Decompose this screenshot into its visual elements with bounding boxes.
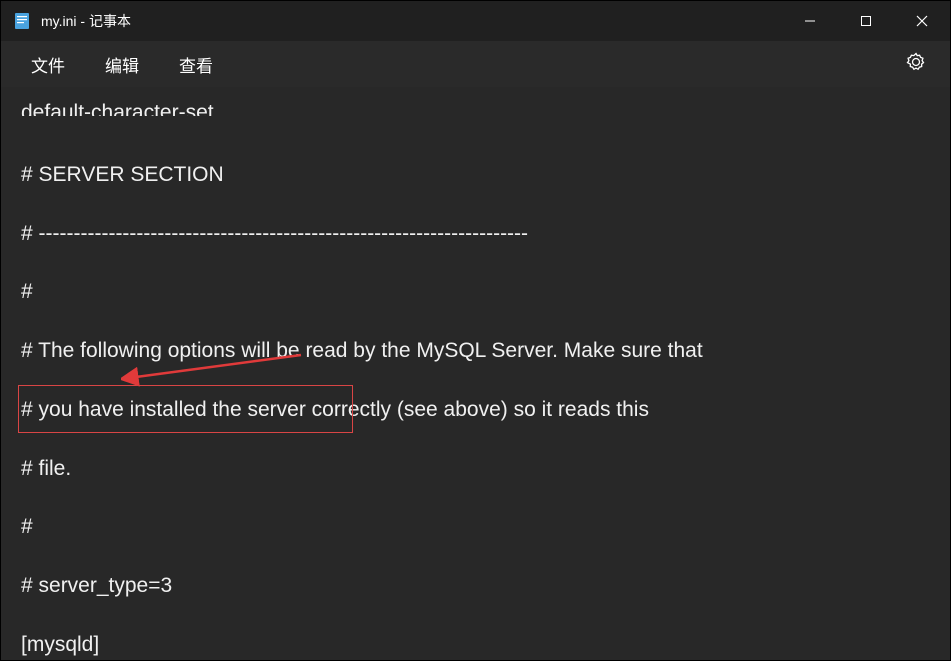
window-controls: [782, 1, 950, 41]
menu-view[interactable]: 查看: [159, 44, 233, 85]
editor-line: # server_type=3: [21, 571, 930, 600]
editor-line: # --------------------------------------…: [21, 219, 930, 248]
titlebar: my.ini - 记事本: [1, 1, 950, 41]
editor-line: #: [21, 512, 930, 541]
titlebar-left: my.ini - 记事本: [13, 11, 131, 31]
notepad-icon: [13, 12, 31, 30]
editor-line: # file.: [21, 454, 930, 483]
editor-line: # you have installed the server correctl…: [21, 395, 930, 424]
settings-button[interactable]: [892, 44, 940, 85]
menu-edit[interactable]: 编辑: [85, 44, 159, 85]
truncated-line: default-character-set: [21, 102, 930, 116]
close-button[interactable]: [894, 1, 950, 41]
window-title: my.ini - 记事本: [41, 11, 131, 31]
minimize-button[interactable]: [782, 1, 838, 41]
maximize-button[interactable]: [838, 1, 894, 41]
editor-line: [mysqld]: [21, 630, 930, 659]
editor-line: # The following options will be read by …: [21, 336, 930, 365]
editor-line: #: [21, 277, 930, 306]
editor-area[interactable]: default-character-set # SERVER SECTION #…: [1, 87, 950, 660]
editor-line: # SERVER SECTION: [21, 160, 930, 189]
menubar: 文件 编辑 查看: [1, 41, 950, 87]
menu-left: 文件 编辑 查看: [11, 44, 233, 85]
gear-icon: [906, 52, 926, 72]
menu-file[interactable]: 文件: [11, 44, 85, 85]
